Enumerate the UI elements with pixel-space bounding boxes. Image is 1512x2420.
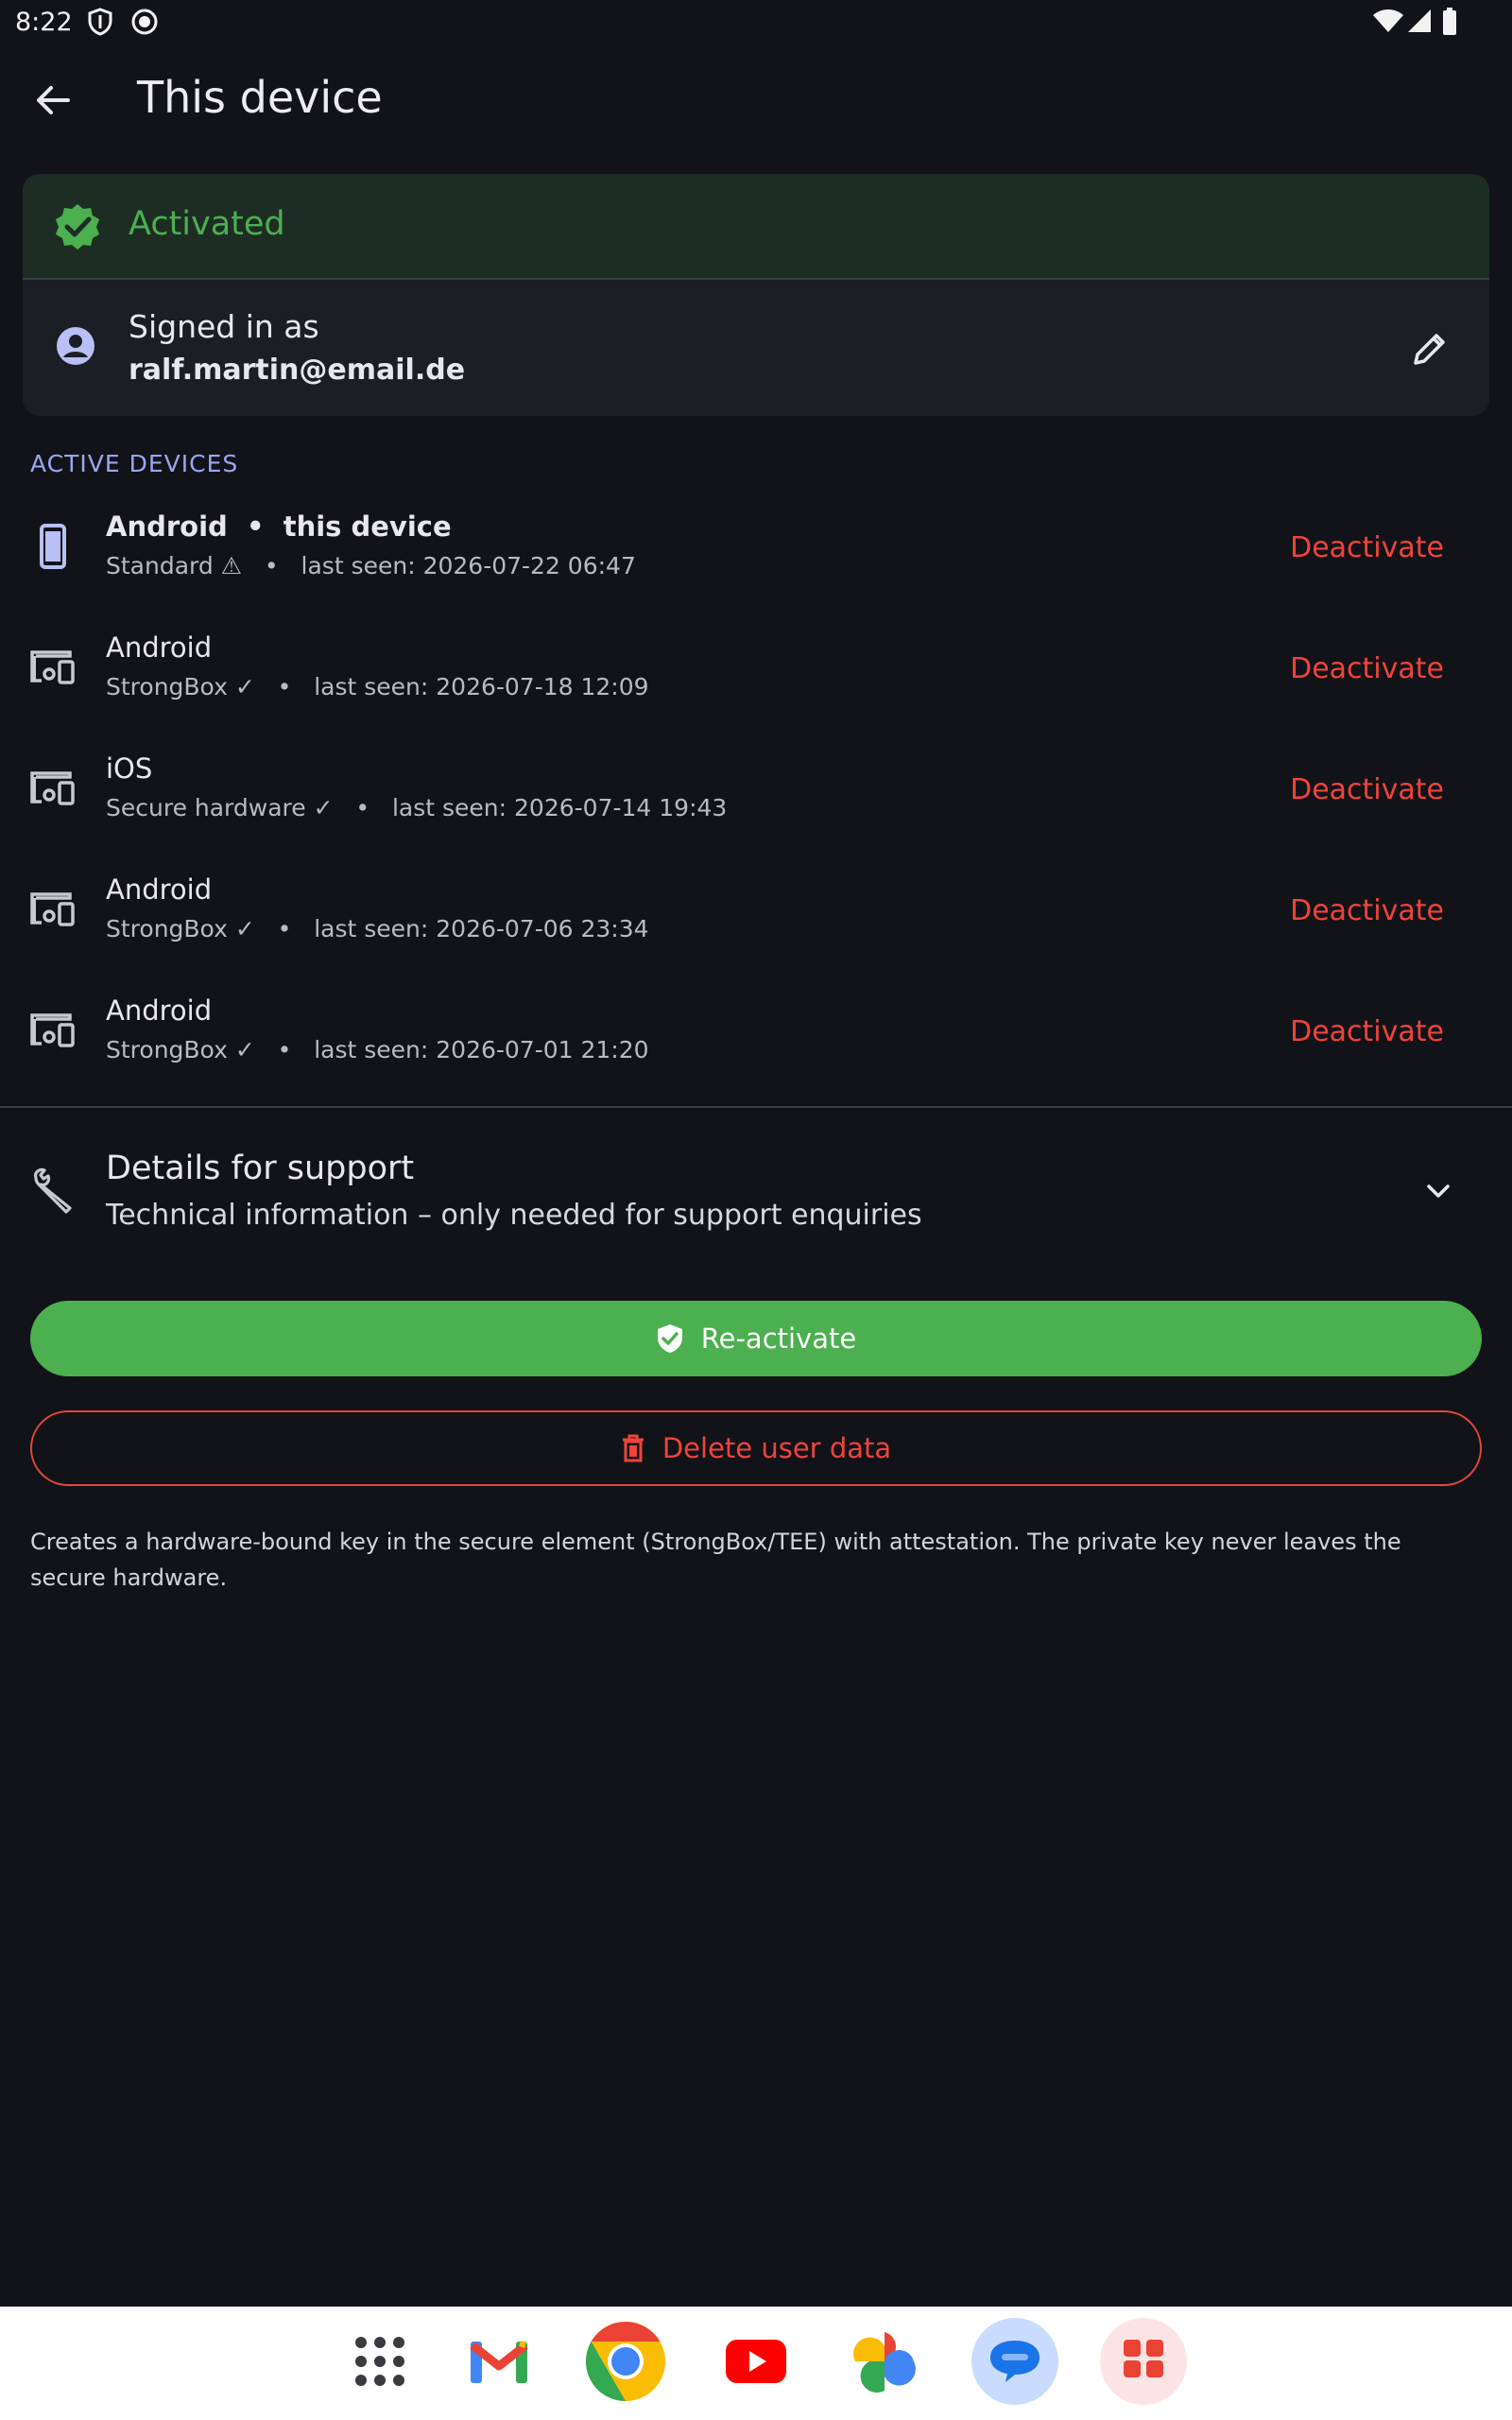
support-title: Details for support (106, 1150, 415, 1187)
delete-user-data-label: Delete user data (662, 1432, 892, 1464)
pinwheel-icon (853, 2332, 916, 2393)
device-row: iOS Secure hardware ✓ • last seen: 2026-… (0, 735, 1512, 856)
vpn-shield-icon (88, 8, 112, 36)
footnote-text: Creates a hardware-bound key in the secu… (30, 1529, 1401, 1591)
page-title: This device (137, 72, 383, 123)
deactivate-button[interactable]: Deactivate (1290, 773, 1444, 806)
app-grid-icon (355, 2337, 404, 2386)
device-details: Standard ⚠ • last seen: 2026-07-22 06:47 (106, 552, 636, 579)
photos-icon[interactable] (841, 2318, 928, 2405)
play-games-icon (1124, 2340, 1163, 2377)
status-time: 8:22 (15, 8, 73, 37)
app-notification-icon (131, 9, 158, 35)
device-row: Android StrongBox ✓ • last seen: 2026-07… (0, 977, 1512, 1098)
devices-icon (30, 771, 75, 805)
device-name: Android • this device (106, 510, 452, 543)
support-details-row[interactable]: Details for support Technical informatio… (0, 1125, 1512, 1257)
account-email: ralf.martin@email.de (129, 354, 466, 387)
edit-pencil-icon[interactable] (1406, 325, 1453, 372)
signed-in-label: Signed in as (129, 308, 319, 345)
app-bar: This device (0, 53, 1512, 147)
device-name: Android (106, 631, 213, 664)
chrome-logo-icon (585, 2322, 665, 2401)
app-dock (0, 2307, 1512, 2420)
youtube-logo-icon (726, 2340, 786, 2383)
account-card: Activated Signed in as ralf.martin@email… (23, 174, 1489, 416)
device-name: iOS (106, 752, 153, 785)
cell-signal-icon (1408, 9, 1431, 32)
verified-badge-icon (56, 204, 99, 250)
support-subtitle: Technical information – only needed for … (106, 1199, 922, 1232)
delete-user-data-button[interactable]: Delete user data (30, 1410, 1482, 1486)
wrench-icon (34, 1167, 72, 1214)
devices-icon (30, 650, 75, 684)
devices-icon (30, 1013, 75, 1047)
device-details: StrongBox ✓ • last seen: 2026-07-06 23:3… (106, 915, 649, 942)
deactivate-button[interactable]: Deactivate (1290, 894, 1444, 927)
gmail-logo-icon (470, 2341, 528, 2383)
youtube-icon[interactable] (713, 2318, 799, 2405)
battery-icon (1443, 8, 1456, 35)
deactivate-button[interactable]: Deactivate (1290, 531, 1444, 564)
chat-bubble-icon (990, 2341, 1040, 2382)
chrome-icon[interactable] (582, 2318, 669, 2405)
deactivate-button[interactable]: Deactivate (1290, 652, 1444, 685)
account-circle-icon (57, 327, 94, 365)
deactivate-button[interactable]: Deactivate (1290, 1015, 1444, 1048)
reactivate-button[interactable]: Re-activate (30, 1301, 1482, 1376)
device-row: Android StrongBox ✓ • last seen: 2026-07… (0, 614, 1512, 735)
active-devices-header: ACTIVE DEVICES (30, 450, 239, 477)
activated-banner: Activated (23, 174, 1489, 280)
wifi-icon (1373, 9, 1403, 32)
messages-icon[interactable] (971, 2318, 1058, 2405)
back-button[interactable] (23, 70, 83, 130)
devices-icon (30, 892, 75, 926)
device-row: Android StrongBox ✓ • last seen: 2026-07… (0, 856, 1512, 977)
chevron-down-icon[interactable] (1419, 1172, 1457, 1210)
device-details: StrongBox ✓ • last seen: 2026-07-01 21:2… (106, 1036, 649, 1063)
trash-icon (622, 1434, 644, 1462)
device-details: Secure hardware ✓ • last seen: 2026-07-1… (106, 794, 728, 821)
device-row: Android • this device Standard ⚠ • last … (0, 493, 1512, 614)
device-name: Android (106, 994, 213, 1027)
reactivate-label: Re-activate (700, 1322, 857, 1355)
play-store-icon[interactable] (1100, 2318, 1187, 2405)
signed-in-row: Signed in as ralf.martin@email.de (23, 282, 1489, 416)
app-drawer-icon[interactable] (336, 2318, 423, 2405)
arrow-back-icon (37, 86, 70, 114)
activated-label: Activated (129, 205, 285, 243)
gmail-icon[interactable] (455, 2318, 542, 2405)
smartphone-icon (40, 524, 66, 569)
section-divider (0, 1106, 1512, 1108)
device-details: StrongBox ✓ • last seen: 2026-07-18 12:0… (106, 673, 649, 700)
shield-check-icon (657, 1324, 682, 1353)
status-bar: 8:22 (0, 0, 1512, 47)
device-name: Android (106, 873, 213, 906)
